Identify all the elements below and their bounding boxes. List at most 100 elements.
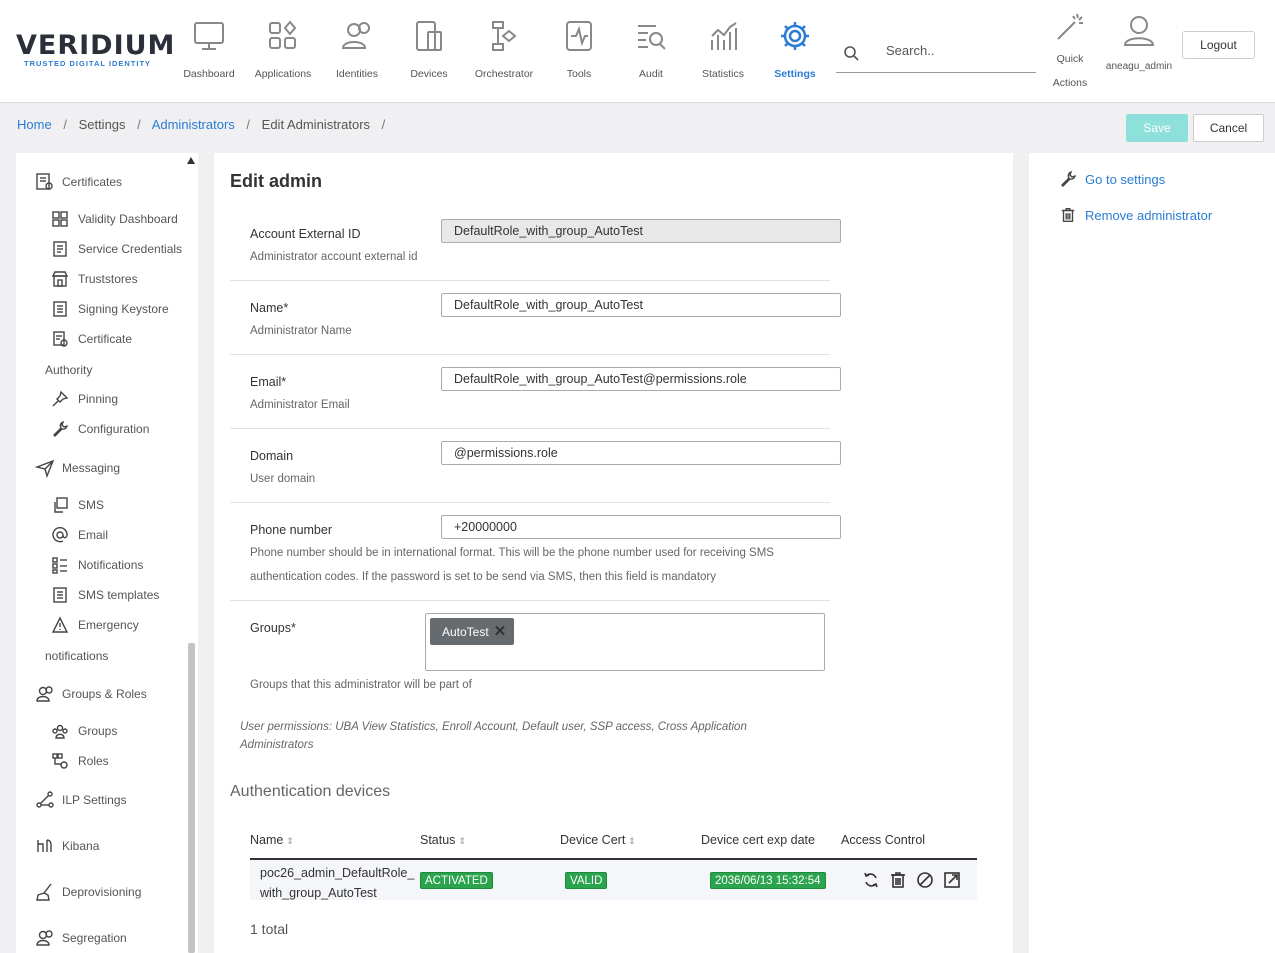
col-header-label: Name <box>250 833 284 847</box>
nav-label: Statistics <box>701 68 744 80</box>
devices-icon <box>416 21 442 51</box>
search-input[interactable] <box>886 43 1031 58</box>
sidebar-item-ilp-settings[interactable]: ILP Settings <box>16 790 191 810</box>
sidebar-label: Groups & Roles <box>62 687 147 701</box>
magic-wand-icon <box>1057 13 1083 40</box>
sidebar-label: SMS <box>78 498 105 512</box>
sidebar-item-service-credentials[interactable]: Service Credentials <box>16 240 191 258</box>
sidebar-item-certificates[interactable]: Certificates <box>16 172 191 192</box>
open-external-icon[interactable] <box>942 870 962 890</box>
at-sign-icon <box>52 527 68 543</box>
phone-field[interactable]: +20000000 <box>441 515 841 539</box>
cancel-button[interactable]: Cancel <box>1193 114 1264 142</box>
scrollbar-thumb[interactable] <box>188 643 195 953</box>
col-header-name[interactable]: Name ⇕ <box>250 833 294 847</box>
nav-statistics[interactable]: Statistics <box>685 18 761 80</box>
monitor-icon <box>194 22 224 50</box>
sidebar-item-validity-dashboard[interactable]: Validity Dashboard <box>16 210 191 228</box>
refresh-icon[interactable] <box>861 870 881 890</box>
sidebar-item-kibana[interactable]: Kibana <box>16 836 191 856</box>
nav-tools[interactable]: Tools <box>541 18 617 80</box>
remove-administrator-link[interactable]: Remove administrator <box>1059 206 1212 224</box>
groups-select[interactable]: AutoTest ✕ <box>425 613 825 671</box>
sidebar-label: Groups <box>78 724 118 738</box>
sidebar-item-pinning[interactable]: Pinning <box>16 390 191 408</box>
breadcrumb-separator: / <box>246 117 251 132</box>
sidebar-label: Pinning <box>78 392 119 406</box>
phone-hint-line2: authentication codes. If the password is… <box>250 571 717 583</box>
email-label: Email* <box>250 375 287 389</box>
user-menu[interactable]: aneagu_admin <box>1100 14 1178 72</box>
col-header-device-cert[interactable]: Device Cert ⇕ <box>560 833 636 847</box>
save-button[interactable]: Save <box>1126 114 1188 142</box>
breadcrumb-home[interactable]: Home <box>17 117 52 132</box>
sidebar-item-segregation[interactable]: Segregation <box>16 928 191 948</box>
col-header-status[interactable]: Status ⇕ <box>420 833 466 847</box>
breadcrumb-administrators[interactable]: Administrators <box>152 117 235 132</box>
sidebar-item-truststores[interactable]: Truststores <box>16 270 191 288</box>
sidebar-item-groups-roles[interactable]: Groups & Roles <box>16 684 191 704</box>
roles-icon <box>52 753 68 769</box>
nav-orchestrator[interactable]: Orchestrator <box>466 18 542 80</box>
breadcrumb-settings[interactable]: Settings <box>79 117 126 132</box>
nav-applications[interactable]: Applications <box>245 18 321 80</box>
sidebar-label: Email <box>78 528 109 542</box>
cert-exp-badge: 2036/06/13 15:32:54 <box>710 872 826 889</box>
sidebar-item-sms-templates[interactable]: SMS templates <box>16 586 191 604</box>
scroll-up-arrow-icon[interactable] <box>187 157 195 164</box>
sidebar-label: Emergency <box>78 618 139 632</box>
sidebar-label: Deprovisioning <box>62 885 142 899</box>
search-bar <box>836 40 1036 73</box>
keystore-icon <box>53 301 67 317</box>
group-tag-label: AutoTest <box>442 625 489 639</box>
domain-field[interactable]: @permissions.role <box>441 441 841 465</box>
sidebar-item-notifications[interactable]: Notifications <box>16 556 191 574</box>
nav-label: Dashboard <box>183 68 235 80</box>
veridium-logo[interactable]: VERIDIUM TRUSTED DIGITAL IDENTITY <box>16 30 174 68</box>
sidebar-label: Signing Keystore <box>78 302 169 316</box>
sidebar-item-certificate-authority[interactable]: Certificate <box>16 330 191 348</box>
nav-label: Tools <box>566 68 592 80</box>
nav-label: Audit <box>639 68 663 80</box>
sidebar-label: Kibana <box>62 839 100 853</box>
sidebar-item-messaging[interactable]: Messaging <box>16 458 191 478</box>
sidebar-item-sms[interactable]: SMS <box>16 496 191 514</box>
sidebar-item-configuration[interactable]: Configuration <box>16 420 191 438</box>
col-header-label: Device Cert <box>560 833 626 847</box>
sidebar-item-deprovisioning[interactable]: Deprovisioning <box>16 882 191 902</box>
sidebar-item-email[interactable]: Email <box>16 526 191 544</box>
group-icon <box>52 724 68 739</box>
nav-dashboard[interactable]: Dashboard <box>171 18 247 80</box>
groups-label: Groups* <box>250 621 296 635</box>
table-row[interactable]: poc26_admin_DefaultRole_ with_group_Auto… <box>250 860 977 900</box>
nav-devices[interactable]: Devices <box>391 18 467 80</box>
sidebar-item-signing-keystore[interactable]: Signing Keystore <box>16 300 191 318</box>
users-segregation-icon <box>36 930 53 946</box>
search-icon[interactable] <box>843 45 859 61</box>
trash-icon[interactable] <box>888 870 908 890</box>
go-to-settings-link[interactable]: Go to settings <box>1059 170 1165 188</box>
nav-identities[interactable]: Identities <box>319 18 395 80</box>
email-field[interactable]: DefaultRole_with_group_AutoTest@permissi… <box>441 367 841 391</box>
orchestrator-icon <box>492 21 517 51</box>
logout-button[interactable]: Logout <box>1182 31 1255 59</box>
nav-audit[interactable]: Audit <box>613 18 689 80</box>
sidebar-label-wrap: notifications <box>45 649 109 663</box>
users-icon <box>36 686 53 702</box>
external-id-row: Account External ID Administrator accoun… <box>230 215 841 281</box>
sidebar-item-groups[interactable]: Groups <box>16 722 191 740</box>
sidebar-item-roles[interactable]: Roles <box>16 752 191 770</box>
nav-label: Orchestrator <box>474 68 534 80</box>
quick-actions-label-1: Quick <box>1056 53 1084 65</box>
block-icon[interactable] <box>915 870 935 890</box>
quick-actions[interactable]: Quick Actions <box>1046 12 1094 95</box>
remove-tag-icon[interactable]: ✕ <box>494 623 507 640</box>
breadcrumb-separator: / <box>137 117 141 132</box>
sidebar-item-emergency-notifications[interactable]: Emergency <box>16 616 191 634</box>
status-badge: ACTIVATED <box>420 872 493 889</box>
nav-settings[interactable]: Settings <box>757 18 833 80</box>
device-name-line1: poc26_admin_DefaultRole_ <box>260 866 415 880</box>
name-field[interactable]: DefaultRole_with_group_AutoTest <box>441 293 841 317</box>
template-icon <box>53 587 67 603</box>
external-id-field: DefaultRole_with_group_AutoTest <box>441 219 841 243</box>
